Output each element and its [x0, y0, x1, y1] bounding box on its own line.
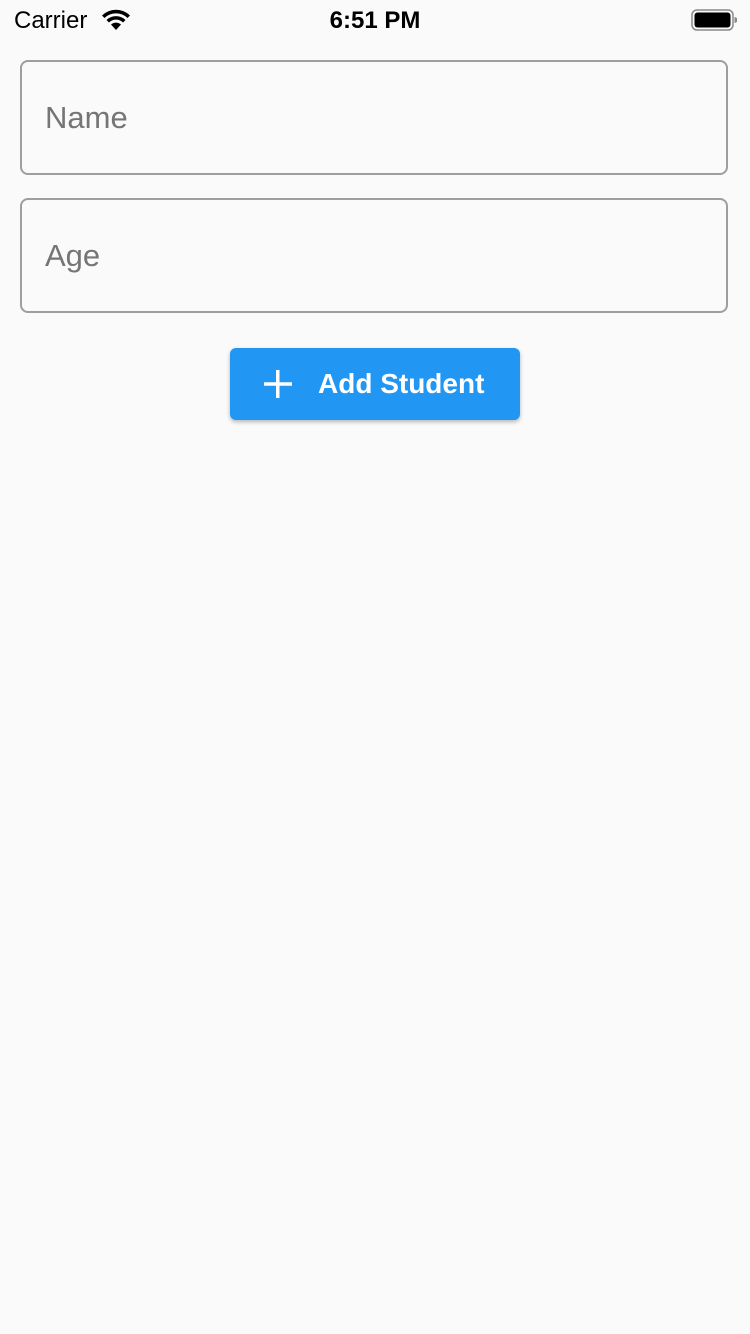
add-student-button[interactable]: Add Student	[230, 348, 520, 420]
add-student-label: Add Student	[318, 368, 485, 399]
name-input[interactable]	[22, 62, 726, 173]
age-field[interactable]	[20, 198, 728, 313]
battery-full-icon	[691, 9, 738, 31]
status-bar: Carrier 6:51 PM	[0, 0, 750, 40]
clock-time: 6:51 PM	[329, 7, 421, 34]
plus-icon	[262, 368, 294, 400]
age-input[interactable]	[22, 200, 726, 311]
name-field[interactable]	[20, 60, 728, 175]
